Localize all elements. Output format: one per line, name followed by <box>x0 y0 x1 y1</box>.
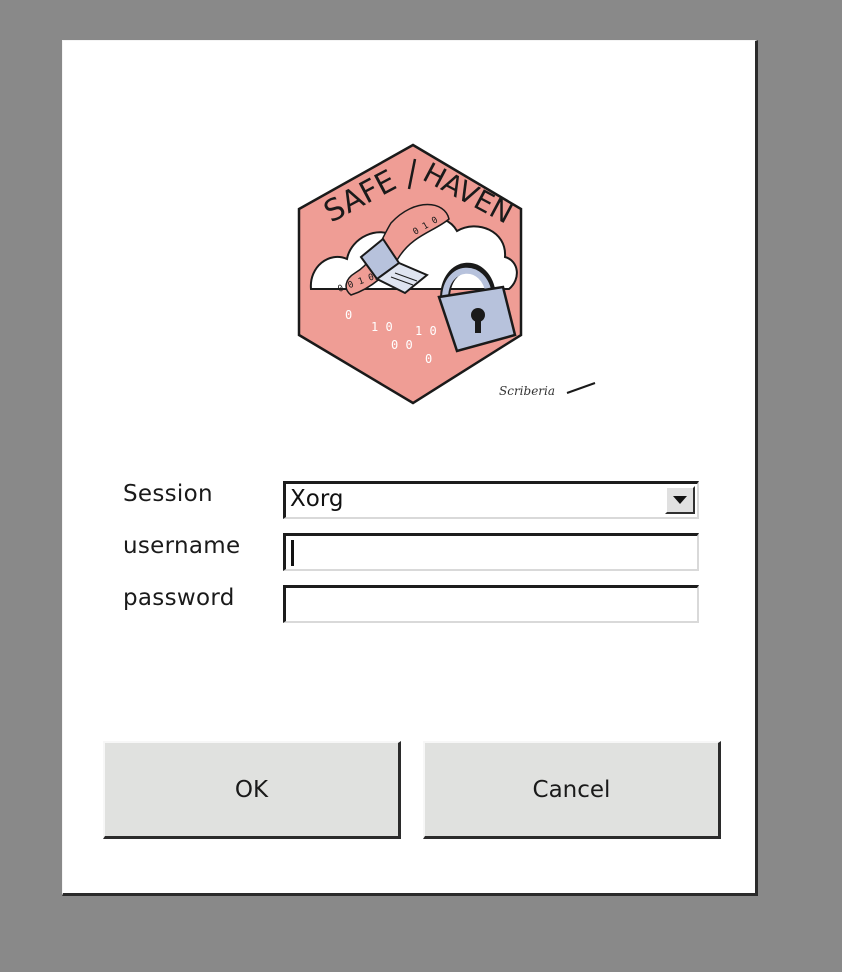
username-field[interactable] <box>283 533 699 571</box>
chevron-down-icon[interactable] <box>665 486 695 514</box>
session-select[interactable]: Xorg <box>283 481 699 519</box>
svg-text:1 0: 1 0 <box>415 324 437 338</box>
svg-text:0: 0 <box>425 352 432 366</box>
password-label: password <box>123 585 235 611</box>
logo-signature: Scriberia <box>499 384 555 398</box>
username-input[interactable] <box>286 536 697 569</box>
username-label: username <box>123 533 241 559</box>
svg-text:1 0: 1 0 <box>371 320 393 334</box>
svg-text:0: 0 <box>345 308 352 322</box>
password-input[interactable] <box>286 588 697 621</box>
svg-text:0 0: 0 0 <box>391 338 413 352</box>
password-field[interactable] <box>283 585 699 623</box>
session-select-value: Xorg <box>290 486 344 512</box>
text-cursor <box>291 540 294 566</box>
cancel-button[interactable]: Cancel <box>423 741 721 839</box>
login-dialog: 0 0 1 0 0 1 0 0 1 0 0 0 1 0 0 SAFE HAVEN… <box>62 40 758 896</box>
safe-haven-logo: 0 0 1 0 0 1 0 0 1 0 0 0 1 0 0 SAFE HAVEN… <box>297 143 596 405</box>
session-label: Session <box>123 481 213 507</box>
ok-button[interactable]: OK <box>103 741 401 839</box>
